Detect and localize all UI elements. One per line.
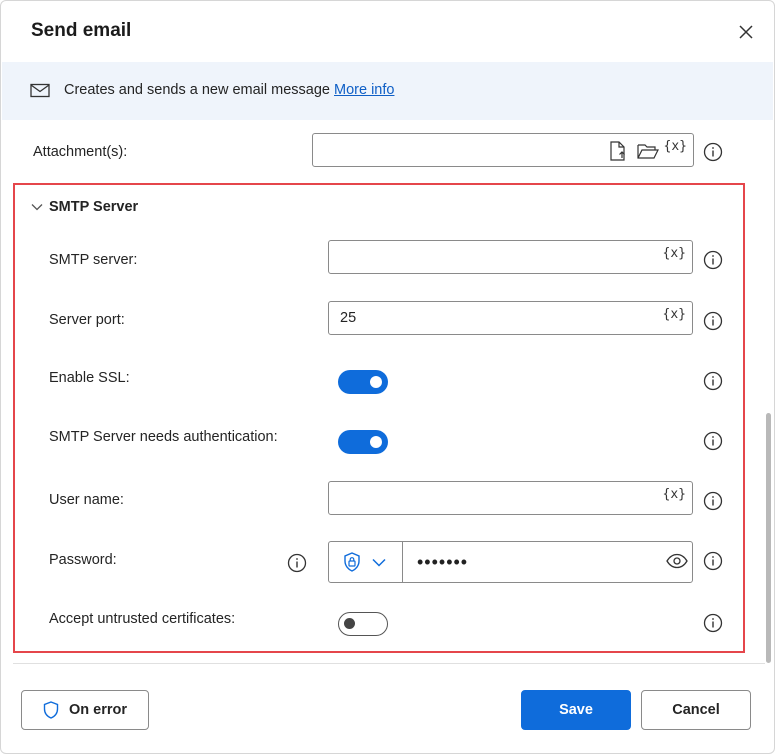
close-icon[interactable] [738, 24, 754, 40]
variable-icon[interactable]: {x} [663, 246, 686, 261]
info-icon[interactable] [703, 491, 723, 511]
cancel-button[interactable]: Cancel [641, 690, 751, 730]
password-label: Password: [49, 552, 117, 568]
info-icon[interactable] [703, 142, 723, 162]
info-icon[interactable] [703, 311, 723, 331]
user-name-label: User name: [49, 492, 124, 508]
toggle-knob [370, 376, 382, 388]
info-icon[interactable] [703, 431, 723, 451]
server-port-label: Server port: [49, 312, 125, 328]
password-mode-dropdown[interactable] [329, 542, 403, 582]
variable-icon[interactable]: {x} [664, 139, 687, 154]
save-button[interactable]: Save [521, 690, 631, 730]
enable-ssl-toggle[interactable] [338, 370, 388, 394]
folder-open-icon[interactable] [637, 143, 659, 159]
toggle-knob [370, 436, 382, 448]
info-icon[interactable] [287, 553, 307, 573]
shield-lock-icon [344, 552, 360, 572]
password-input[interactable]: ••••••• [328, 541, 693, 583]
smtp-server-label: SMTP server: [49, 252, 138, 268]
on-error-label: On error [68, 702, 127, 718]
shield-icon [43, 701, 59, 719]
enable-ssl-label: Enable SSL: [49, 370, 130, 386]
accept-untrusted-label: Accept untrusted certificates: [49, 611, 236, 627]
banner-description: Creates and sends a new email message [64, 82, 330, 98]
needs-auth-toggle[interactable] [338, 430, 388, 454]
chevron-down-icon[interactable] [31, 203, 43, 211]
info-icon[interactable] [703, 551, 723, 571]
send-email-dialog: Send email Creates and sends a new email… [0, 0, 775, 754]
info-icon[interactable] [703, 371, 723, 391]
on-error-button[interactable]: On error [21, 690, 149, 730]
close-button[interactable] [731, 17, 761, 47]
scrollbar[interactable] [766, 413, 771, 663]
chevron-down-icon [372, 558, 386, 567]
password-value: ••••••• [417, 552, 469, 572]
needs-auth-label: SMTP Server needs authentication: [49, 429, 278, 445]
file-upload-icon[interactable] [609, 141, 627, 161]
accept-untrusted-toggle[interactable] [338, 612, 388, 636]
smtp-section-title[interactable]: SMTP Server [49, 199, 138, 215]
more-info-link[interactable]: More info [334, 82, 394, 98]
mail-icon [30, 83, 50, 98]
variable-icon[interactable]: {x} [663, 487, 686, 502]
attachments-input[interactable]: {x} [312, 133, 694, 167]
server-port-input[interactable]: 25 {x} [328, 301, 693, 335]
user-name-input[interactable]: {x} [328, 481, 693, 515]
toggle-knob [344, 618, 355, 629]
smtp-server-input[interactable]: {x} [328, 240, 693, 274]
eye-icon[interactable] [666, 553, 688, 569]
variable-icon[interactable]: {x} [663, 307, 686, 322]
info-icon[interactable] [703, 613, 723, 633]
dialog-title: Send email [31, 20, 132, 41]
info-banner: Creates and sends a new email message Mo… [2, 62, 773, 120]
attachments-label: Attachment(s): [33, 144, 128, 160]
info-icon[interactable] [703, 250, 723, 270]
server-port-value: 25 [340, 310, 357, 326]
footer-divider [13, 663, 765, 664]
